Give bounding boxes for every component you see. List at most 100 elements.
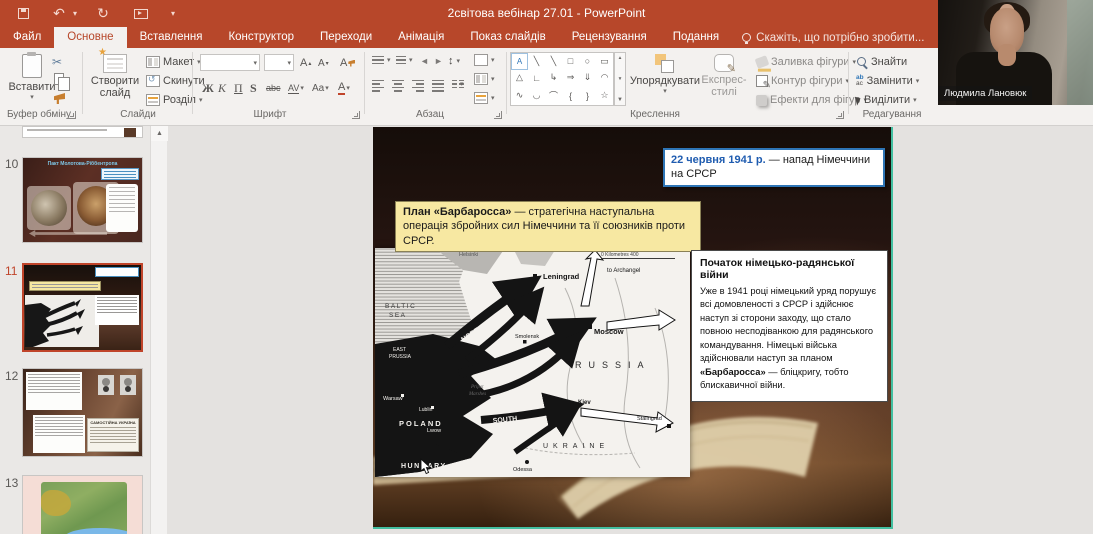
bold-button[interactable]: Ж xyxy=(202,79,214,97)
tab-design[interactable]: Конструктор xyxy=(215,27,307,48)
shape-curve-down[interactable]: ◡ xyxy=(528,86,545,105)
tab-animations[interactable]: Анімація xyxy=(385,27,457,48)
thumb12-text-box-bottom xyxy=(33,415,85,453)
font-size-combo[interactable]: ▾ xyxy=(264,54,294,71)
plan-barbarossa-box[interactable]: План «Барбаросса» — стратегічна наступал… xyxy=(395,201,701,252)
decrease-indent-button[interactable]: ◄ xyxy=(420,56,429,66)
gallery-up-icon[interactable]: ▲ xyxy=(618,56,623,61)
tab-file[interactable]: Файл xyxy=(0,27,54,48)
charspace-caret-icon: ▾ xyxy=(300,84,304,92)
replace-button[interactable]: abacЗамінити▾ xyxy=(856,75,919,87)
font-dialog-launcher[interactable] xyxy=(352,111,360,119)
justify-button[interactable] xyxy=(432,80,444,92)
thumbnail-slide-12[interactable]: САМОСТІЙНА УКРАЇНА xyxy=(22,368,143,457)
line-spacing-button[interactable]: ↕▾ xyxy=(448,55,460,67)
shape-elbow[interactable]: ∟ xyxy=(528,70,545,87)
select-button[interactable]: Виділити▾ xyxy=(856,94,917,106)
paste-button[interactable]: Вставити ▾ xyxy=(6,54,58,101)
shape-triangle[interactable]: △ xyxy=(511,70,528,87)
increase-indent-button[interactable]: ► xyxy=(434,56,443,66)
grow-font-button[interactable]: A▴ xyxy=(300,54,311,72)
shrink-font-button[interactable]: A▾ xyxy=(318,54,329,72)
bullets-caret-icon: ▾ xyxy=(387,56,391,64)
date-text-box[interactable]: 22 червня 1941 р. — напад Німеччини на С… xyxy=(663,148,885,187)
map-label-lublin: Lublin xyxy=(419,407,433,413)
strikethrough-button[interactable]: S xyxy=(250,79,257,97)
shape-outline-button[interactable]: Контур фігури▾ xyxy=(756,75,849,87)
gallery-more-icon[interactable]: ▼ xyxy=(617,97,623,103)
shape-right-arrow[interactable]: ⇒ xyxy=(562,70,579,87)
cut-button[interactable]: ✂ xyxy=(52,55,62,69)
shape-scribble[interactable]: ∿ xyxy=(511,86,528,105)
find-button[interactable]: Знайти xyxy=(856,56,907,68)
gallery-down-icon[interactable]: ▼ xyxy=(618,77,623,82)
text-direction-button[interactable]: ▾ xyxy=(474,54,495,66)
bullets-button[interactable]: ▾ xyxy=(372,56,391,64)
align-right-button[interactable] xyxy=(412,80,424,92)
text-shadow-button[interactable]: abc xyxy=(266,79,281,97)
font-name-combo[interactable]: ▾ xyxy=(200,54,260,71)
thumbnail-slide-10[interactable]: Пакт Молотова-Ріббентропа xyxy=(22,157,143,243)
drawing-dialog-launcher[interactable] xyxy=(836,111,844,119)
tab-slideshow[interactable]: Показ слайдів xyxy=(457,27,558,48)
align-center-button[interactable] xyxy=(392,80,404,92)
shape-rounded-rectangle[interactable]: ▭ xyxy=(596,53,613,70)
paragraph-dialog-launcher[interactable] xyxy=(494,111,502,119)
mouse-cursor xyxy=(420,458,432,475)
shape-right-brace[interactable]: } xyxy=(579,86,596,105)
tell-me-search[interactable]: Скажіть, що потрібно зробити... xyxy=(742,27,924,48)
character-spacing-button[interactable]: AV▾ xyxy=(288,79,304,97)
align-text-button[interactable]: ▾ xyxy=(474,73,495,85)
tab-review[interactable]: Рецензування xyxy=(559,27,660,48)
webcam-background-panel xyxy=(1067,0,1093,105)
lightbulb-icon xyxy=(742,33,751,42)
numbering-button[interactable]: ▾ xyxy=(396,56,413,64)
font-color-button[interactable]: A▾ xyxy=(338,79,350,97)
reset-button[interactable]: Скинути xyxy=(146,75,205,87)
change-case-button[interactable]: Aa▾ xyxy=(312,79,329,97)
shape-oval[interactable]: ○ xyxy=(579,53,596,70)
underline-button[interactable]: П xyxy=(234,79,243,97)
tab-transitions[interactable]: Переходи xyxy=(307,27,385,48)
clear-formatting-button[interactable]: A xyxy=(340,54,355,72)
slide-canvas[interactable]: BALTIC SEA Helsinki Leningrad to Archang… xyxy=(373,127,893,529)
clipboard-dialog-launcher[interactable] xyxy=(68,111,76,119)
scrollbar-up-icon[interactable]: ▲ xyxy=(151,126,168,141)
thumbnail-scrollbar[interactable]: ▲ xyxy=(150,126,167,534)
shape-outline-label: Контур фігури xyxy=(771,75,842,87)
shape-arc[interactable]: ◠ xyxy=(596,70,613,87)
thumbnail-slide-13[interactable] xyxy=(22,475,143,534)
shape-star[interactable]: ☆ xyxy=(596,86,613,105)
shape-elbow-arrow[interactable]: ↳ xyxy=(545,70,562,87)
italic-button[interactable]: К xyxy=(218,79,226,97)
war-description-box[interactable]: Початок німецько-радянської війни Уже в … xyxy=(691,250,888,402)
tab-home[interactable]: Основне xyxy=(54,27,126,48)
smartart-button[interactable]: ▾ xyxy=(474,92,495,104)
shape-rectangle[interactable]: □ xyxy=(562,53,579,70)
shape-textbox[interactable]: A xyxy=(511,53,528,70)
shape-down-arrow[interactable]: ⇓ xyxy=(579,70,596,87)
arrange-button[interactable]: Упорядкувати ▾ xyxy=(632,54,698,95)
reset-icon xyxy=(146,75,160,87)
map-label-russia: RUSSIA xyxy=(575,360,651,370)
copy-button[interactable] xyxy=(54,73,64,85)
quick-styles-button[interactable]: Експрес- стилі xyxy=(698,54,750,98)
thumbnail-slide-11-selected[interactable] xyxy=(22,263,143,352)
shape-effects-button[interactable]: Ефекти для фігур▾ xyxy=(756,94,867,106)
thumbnail-slide-9-partial[interactable] xyxy=(22,126,143,138)
format-painter-button[interactable] xyxy=(54,93,65,104)
shape-left-brace[interactable]: { xyxy=(562,86,579,105)
shape-arrow-line[interactable]: ╲ xyxy=(545,53,562,70)
align-left-button[interactable] xyxy=(372,80,384,92)
section-button[interactable]: Розділ▾ xyxy=(146,94,202,106)
shape-fill-button[interactable]: Заливка фігури▾ xyxy=(756,56,856,68)
shape-line[interactable]: ╲ xyxy=(528,53,545,70)
new-slide-label-1: Створити xyxy=(91,75,139,87)
shrink-font-icon: A xyxy=(318,58,325,69)
shape-curve[interactable]: ⌒ xyxy=(545,86,562,105)
columns-button[interactable]: ▾ xyxy=(452,80,464,88)
tab-view[interactable]: Подання xyxy=(660,27,732,48)
new-slide-button[interactable]: Створити слайд xyxy=(88,54,142,99)
barbarossa-map-image[interactable]: BALTIC SEA Helsinki Leningrad to Archang… xyxy=(375,248,690,477)
tab-insert[interactable]: Вставлення xyxy=(127,27,216,48)
